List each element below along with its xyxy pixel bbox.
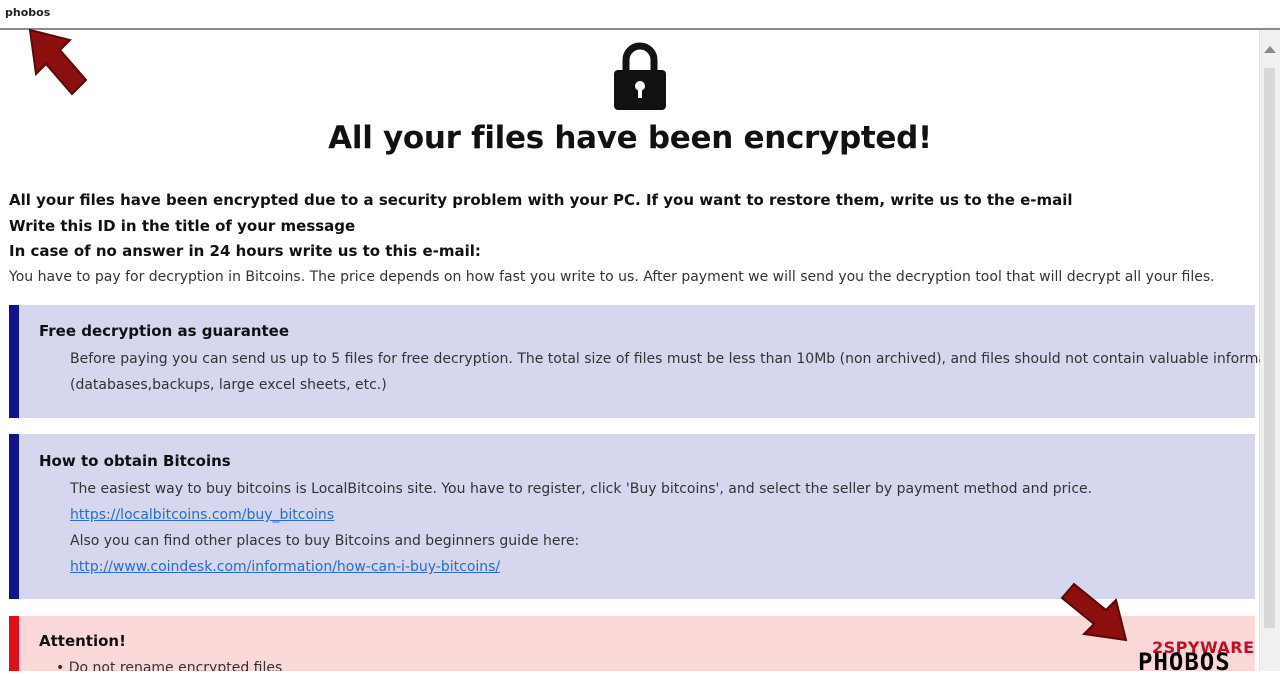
pointer-arrow-icon [28,28,88,96]
bitcoins-text-2: Also you can find other places to buy Bi… [70,533,580,549]
page-headline: All your files have been encrypted! [328,120,932,156]
bitcoins-box: How to obtain Bitcoins The easiest way t… [9,434,1255,599]
guarantee-text-1: Before paying you can send us up to 5 fi… [70,351,1260,367]
window-title: phobos [5,6,51,19]
watermark-logo: 2SPYWARE PHOBOS [1138,638,1276,676]
attention-item-1: • Do not rename encrypted files [56,660,282,671]
bitcoins-title: How to obtain Bitcoins [39,452,231,470]
intro-line-4: You have to pay for decryption in Bitcoi… [9,269,1215,285]
guarantee-text-2: (databases,backups, large excel sheets, … [70,377,387,393]
attention-item-1-text: Do not rename encrypted files [68,660,283,671]
ransom-note-body: All your files have been encrypted! All … [0,32,1260,671]
attention-title: Attention! [39,632,126,650]
guarantee-title: Free decryption as guarantee [39,322,290,340]
intro-line-1: All your files have been encrypted due t… [9,191,1073,209]
scrollbar-thumb[interactable] [1264,68,1275,628]
window-titlebar: phobos [0,0,1280,30]
localbitcoins-link[interactable]: https://localbitcoins.com/buy_bitcoins [70,507,334,523]
bullet-icon: • [56,660,69,671]
guarantee-box: Free decryption as guarantee Before payi… [9,305,1260,418]
coindesk-link[interactable]: http://www.coindesk.com/information/how-… [70,559,500,575]
intro-line-3: In case of no answer in 24 hours write u… [9,242,481,260]
watermark-brand-label: PHOBOS [1138,648,1231,676]
padlock-icon [614,42,666,110]
bitcoins-text-1: The easiest way to buy bitcoins is Local… [70,481,1093,497]
vertical-scrollbar[interactable] [1259,30,1280,671]
intro-line-2: Write this ID in the title of your messa… [9,217,356,235]
pointer-arrow-icon [1060,582,1128,642]
scroll-up-arrow-icon[interactable] [1264,46,1276,53]
